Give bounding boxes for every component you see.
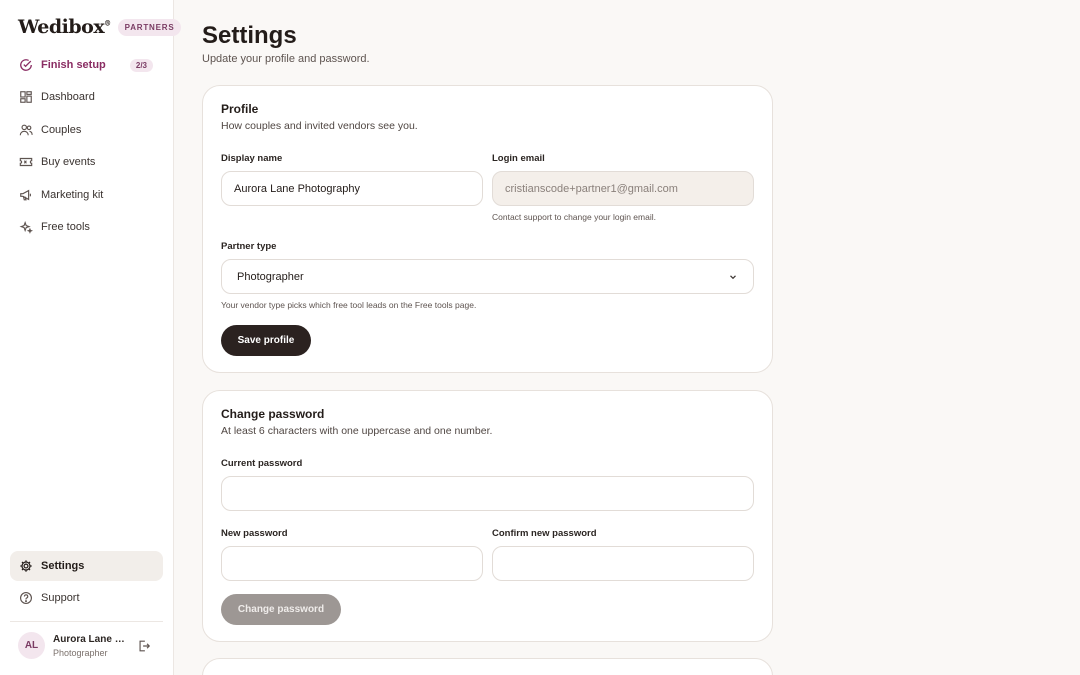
sidebar-item-free-tools[interactable]: Free tools (10, 212, 163, 242)
partners-badge: PARTNERS (117, 18, 182, 36)
wedibox-logo[interactable]: Wedibox® (18, 16, 111, 38)
page-subtitle: Update your profile and password. (202, 53, 370, 65)
sidebar-item-couples[interactable]: Couples (10, 115, 163, 145)
sidebar-item-buy-events[interactable]: Buy events (10, 147, 163, 177)
sidebar-bottom-nav: Settings Support (10, 551, 163, 616)
change-password-button[interactable]: Change password (221, 594, 341, 625)
brand: Wedibox® PARTNERS (18, 16, 182, 38)
sidebar-item-finish-setup[interactable]: Finish setup 2/3 (10, 50, 163, 80)
sidebar-item-label: Couples (41, 123, 82, 136)
sidebar-nav: Finish setup 2/3 Dashboard Couples Buy e… (10, 50, 163, 244)
sidebar-item-support[interactable]: Support (10, 583, 163, 613)
sidebar-item-marketing-kit[interactable]: Marketing kit (10, 180, 163, 210)
sidebar-item-label: Dashboard (41, 91, 95, 104)
grid-icon (19, 90, 33, 104)
logout-icon[interactable] (137, 639, 151, 653)
sidebar-item-dashboard[interactable]: Dashboard (10, 82, 163, 112)
partner-type-select[interactable]: Photographer (221, 259, 754, 294)
new-password-input[interactable] (221, 546, 483, 581)
sidebar-item-label: Settings (41, 560, 85, 572)
sidebar-item-label: Buy events (41, 156, 96, 169)
sidebar-item-label: Finish setup (41, 59, 106, 71)
display-name-label: Display name (221, 153, 283, 164)
user-role: Photographer (53, 647, 108, 658)
current-password-input[interactable] (221, 476, 754, 511)
chevron-down-icon (728, 272, 738, 282)
sidebar: Wedibox® PARTNERS Finish setup 2/3 Dashb… (0, 0, 182, 675)
megaphone-icon (19, 188, 33, 202)
login-email-input[interactable] (492, 171, 754, 206)
profile-card-title: Profile (221, 102, 259, 116)
sidebar-item-label: Support (41, 592, 80, 605)
page-title: Settings (202, 22, 297, 49)
user-name: Aurora Lane Photography (53, 633, 125, 645)
new-password-label: New password (221, 528, 288, 539)
logo-text: Wedibox (18, 16, 105, 38)
partner-type-label: Partner type (221, 241, 277, 252)
partner-type-value: Photographer (237, 270, 304, 283)
check-circle-icon (19, 58, 33, 72)
sparkle-icon (19, 220, 33, 234)
users-icon (19, 123, 33, 137)
ticket-icon (19, 155, 33, 169)
change-password-card: Change password At least 6 characters wi… (202, 390, 773, 642)
confirm-password-input[interactable] (492, 546, 754, 581)
logo-mark: ® (104, 18, 111, 28)
confirm-password-label: Confirm new password (492, 528, 597, 539)
save-profile-button[interactable]: Save profile (221, 325, 311, 356)
login-email-label: Login email (492, 153, 545, 164)
user-profile-summary: AL Aurora Lane Photography Photographer (10, 621, 163, 659)
login-email-hint: Contact support to change your login ema… (492, 212, 656, 222)
avatar[interactable]: AL (18, 632, 45, 659)
next-settings-card (202, 658, 773, 675)
setup-progress-badge: 2/3 (129, 58, 153, 72)
sidebar-item-label: Free tools (41, 220, 90, 233)
profile-card-subtitle: How couples and invited vendors see you. (221, 120, 418, 132)
password-card-subtitle: At least 6 characters with one uppercase… (221, 425, 493, 437)
current-password-label: Current password (221, 458, 303, 469)
sidebar-item-settings[interactable]: Settings (10, 551, 163, 581)
password-card-title: Change password (221, 407, 325, 421)
profile-card: Profile How couples and invited vendors … (202, 85, 773, 373)
help-circle-icon (19, 591, 33, 605)
user-text: Aurora Lane Photography Photographer (53, 634, 125, 658)
display-name-input[interactable] (221, 171, 483, 206)
gear-icon (19, 559, 33, 573)
partner-type-hint: Your vendor type picks which free tool l… (221, 300, 477, 310)
sidebar-item-label: Marketing kit (41, 188, 104, 201)
